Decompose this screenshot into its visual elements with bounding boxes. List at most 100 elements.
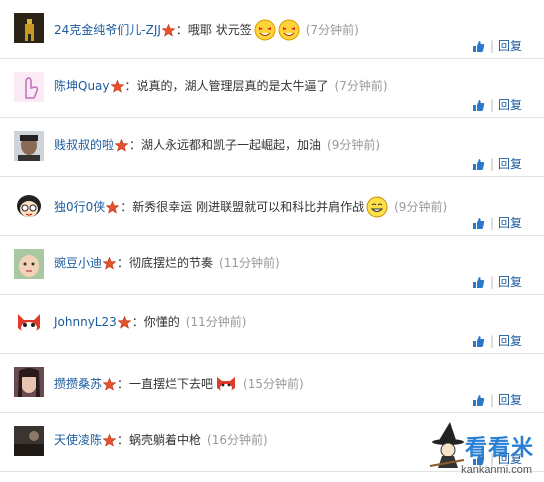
colon-separator: ： (131, 315, 144, 329)
username-link[interactable]: 24克金纯爷们儿-ZJJ (54, 22, 161, 38)
colon-separator: ： (124, 79, 137, 93)
like-button[interactable] (472, 335, 485, 348)
avatar[interactable] (14, 426, 44, 456)
comment-text: 蜗壳躺着中枪 (129, 433, 202, 447)
emoticon-icon (366, 196, 388, 218)
reply-button[interactable]: 回复 (498, 216, 522, 230)
comment-text: 一直摆烂下去吧 (129, 377, 214, 391)
comment-list: 24克金纯爷们儿-ZJJ：哦耶 状元签 (7分钟前) | 回复 陈坤Quay：说真的，湖… (0, 0, 544, 472)
comment-line: JohnnyL23 ：你懂的 (11分钟前) (54, 314, 246, 330)
comment-line: 天使凌陈 ：蜗壳躺着中枪 (16分钟前) (54, 432, 268, 448)
timestamp: (9分钟前) (394, 200, 448, 214)
timestamp: (11分钟前) (219, 256, 280, 270)
action-separator: | (489, 157, 494, 171)
username-link[interactable]: 独0行0侠 (54, 199, 105, 215)
reply-button[interactable]: 回复 (498, 275, 522, 289)
timestamp: (7分钟前) (305, 23, 359, 37)
thumbs-up-icon (472, 99, 485, 111)
thumbs-up-icon (472, 40, 485, 52)
colon-separator: ： (117, 256, 130, 270)
reply-button[interactable]: 回复 (498, 393, 522, 407)
comment-actions: | 回复 (472, 216, 522, 230)
colon-separator: ： (117, 377, 130, 391)
comment-text: 新秀很幸运 刚进联盟就可以和科比并肩作战 (132, 200, 365, 214)
comment-item: JohnnyL23 ：你懂的 (11分钟前) | 回复 (0, 295, 544, 354)
vip-star-icon (103, 256, 117, 270)
reply-button[interactable]: 回复 (498, 98, 522, 112)
timestamp: (9分钟前) (327, 138, 381, 152)
avatar[interactable] (14, 13, 44, 43)
thumbs-up-icon (472, 394, 485, 406)
like-button[interactable] (472, 40, 485, 53)
kankanmi-logo: 看看米 kankanmi.com (426, 420, 536, 476)
like-button[interactable] (472, 394, 485, 407)
username-link[interactable]: 贱叔叔的啦 (54, 137, 114, 153)
logo-domain: kankanmi.com (461, 464, 532, 476)
avatar[interactable] (14, 131, 44, 161)
reply-button[interactable]: 回复 (498, 157, 522, 171)
like-button[interactable] (472, 158, 485, 171)
comment-line: 豌豆小迪 ：彻底摆烂的节奏 (11分钟前) (54, 255, 280, 271)
vip-star-icon (115, 138, 129, 152)
emoticon-icon (215, 373, 237, 395)
colon-separator: ： (129, 138, 142, 152)
comment-line: 24克金纯爷们儿-ZJJ ：哦耶 状元签 (7分钟前) (54, 19, 359, 41)
avatar[interactable] (14, 308, 44, 338)
reply-button[interactable]: 回复 (498, 334, 522, 348)
username-link[interactable]: 陈坤Quay (54, 78, 110, 94)
comment-text: 说真的，湖人管理层真的是太牛逼了 (136, 79, 329, 93)
username-link[interactable]: 攒攒桑苏 (54, 376, 102, 392)
like-button[interactable] (472, 217, 485, 230)
action-separator: | (489, 393, 494, 407)
comment-text: 你懂的 (143, 315, 180, 329)
emoticon-icon (278, 19, 300, 41)
vip-star-icon (117, 315, 131, 329)
comment-item: 攒攒桑苏 ：一直摆烂下去吧 (15分钟前) | 回复 (0, 354, 544, 413)
vip-star-icon (161, 23, 175, 37)
comment-actions: | 回复 (472, 275, 522, 289)
like-button[interactable] (472, 276, 485, 289)
avatar[interactable] (14, 367, 44, 397)
like-button[interactable] (472, 99, 485, 112)
thumbs-up-icon (472, 335, 485, 347)
comment-line: 独0行0侠 ：新秀很幸运 刚进联盟就可以和科比并肩作战 (9分钟前) (54, 196, 447, 218)
colon-separator: ： (175, 23, 188, 37)
comment-text: 哦耶 状元签 (187, 23, 252, 37)
username-link[interactable]: 豌豆小迪 (54, 255, 102, 271)
avatar[interactable] (14, 190, 44, 220)
action-separator: | (489, 98, 494, 112)
comment-text: 湖人永远都和凯子一起崛起，加油 (141, 138, 322, 152)
timestamp: (15分钟前) (243, 377, 304, 391)
comment-item: 独0行0侠 ：新秀很幸运 刚进联盟就可以和科比并肩作战 (9分钟前) | 回复 (0, 177, 544, 236)
avatar[interactable] (14, 72, 44, 102)
comment-line: 贱叔叔的啦 ：湖人永远都和凯子一起崛起，加油 (9分钟前) (54, 137, 380, 153)
vip-star-icon (103, 433, 117, 447)
action-separator: | (489, 39, 494, 53)
vip-star-icon (103, 377, 117, 391)
comment-line: 陈坤Quay ：说真的，湖人管理层真的是太牛逼了 (7分钟前) (54, 78, 388, 94)
thumbs-up-icon (472, 158, 485, 170)
comment-actions: | 回复 (472, 98, 522, 112)
comment-item: 24克金纯爷们儿-ZJJ ：哦耶 状元签 (7分钟前) | 回复 (0, 0, 544, 59)
reply-button[interactable]: 回复 (498, 39, 522, 53)
timestamp: (11分钟前) (185, 315, 247, 329)
timestamp: (16分钟前) (207, 433, 268, 447)
comment-actions: | 回复 (472, 393, 522, 407)
emoticon-icon (254, 19, 276, 41)
username-link[interactable]: 天使凌陈 (54, 432, 102, 448)
comment-item: 陈坤Quay ：说真的，湖人管理层真的是太牛逼了 (7分钟前) | 回复 (0, 59, 544, 118)
colon-separator: ： (120, 200, 133, 214)
avatar[interactable] (14, 249, 44, 279)
comment-item: 豌豆小迪 ：彻底摆烂的节奏 (11分钟前) | 回复 (0, 236, 544, 295)
comment-actions: | 回复 (472, 39, 522, 53)
timestamp: (7分钟前) (334, 79, 388, 93)
thumbs-up-icon (472, 276, 485, 288)
comment-actions: | 回复 (472, 334, 522, 348)
comment-item: 贱叔叔的啦 ：湖人永远都和凯子一起崛起，加油 (9分钟前) | 回复 (0, 118, 544, 177)
colon-separator: ： (117, 433, 130, 447)
username-link[interactable]: JohnnyL23 (54, 314, 117, 330)
vip-star-icon (110, 79, 124, 93)
logo-name: 看看米 (464, 436, 534, 461)
comment-line: 攒攒桑苏 ：一直摆烂下去吧 (15分钟前) (54, 373, 304, 395)
vip-star-icon (106, 200, 120, 214)
